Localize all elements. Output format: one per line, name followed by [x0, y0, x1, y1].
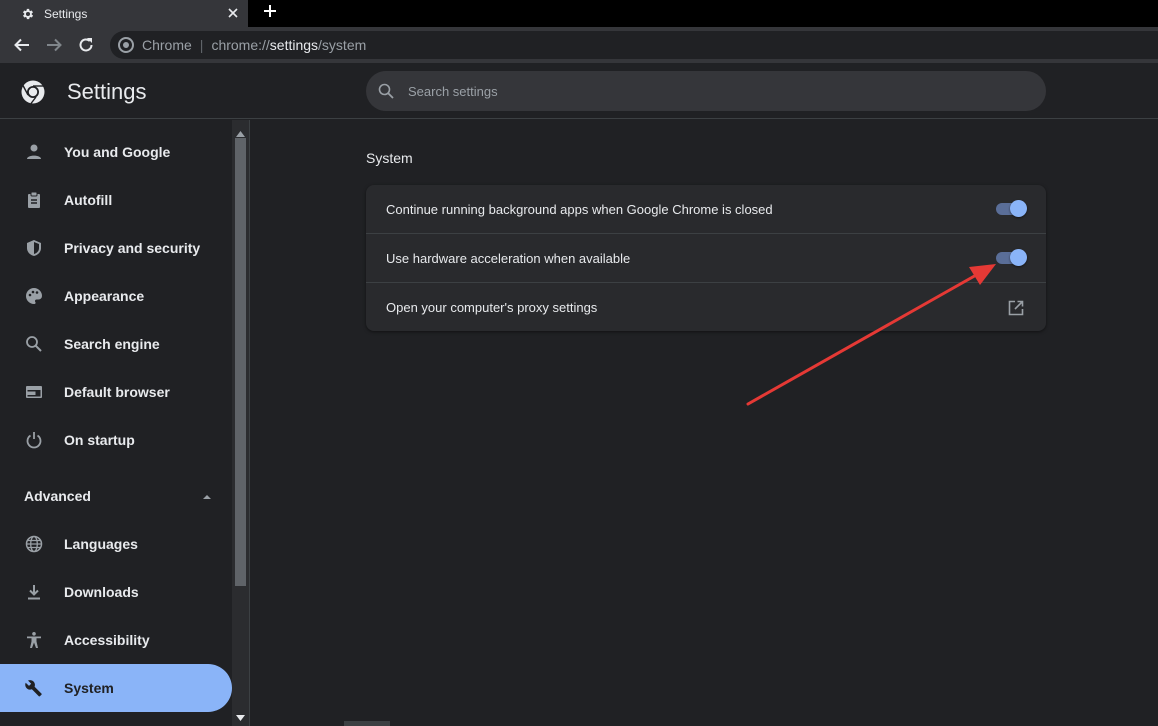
sidebar-scrollbar[interactable] [232, 120, 249, 726]
sidebar-item-label: Autofill [64, 192, 113, 208]
sidebar-item-accessibility[interactable]: Accessibility [0, 616, 232, 664]
omnibox-chip: Chrome [142, 37, 192, 53]
sidebar-item-label: You and Google [64, 144, 171, 160]
wrench-icon [24, 678, 44, 698]
external-link-icon[interactable] [1006, 298, 1026, 318]
hardware-acceleration-row[interactable]: Use hardware acceleration when available [366, 233, 1046, 282]
sidebar-item-privacy[interactable]: Privacy and security [0, 224, 232, 272]
search-box[interactable] [366, 71, 1046, 111]
reload-button[interactable] [75, 34, 97, 56]
system-settings-card: Continue running background apps when Go… [366, 185, 1046, 331]
tab-settings[interactable]: Settings [0, 0, 248, 27]
toggle-knob [1010, 200, 1027, 217]
background-apps-row[interactable]: Continue running background apps when Go… [366, 185, 1046, 234]
sidebar-item-you-and-google[interactable]: You and Google [0, 128, 232, 176]
omnibox-separator: | [199, 37, 204, 53]
tab-title: Settings [44, 6, 88, 21]
sidebar-item-label: Search engine [64, 336, 160, 352]
plus-icon [264, 5, 276, 17]
browser-toolbar: Chrome | chrome://settings/system [0, 27, 1158, 63]
forward-button[interactable] [43, 34, 65, 56]
sidebar-item-default-browser[interactable]: Default browser [0, 368, 232, 416]
chrome-logo-icon [20, 79, 46, 105]
sidebar-item-label: On startup [64, 432, 135, 448]
sidebar-item-label: Accessibility [64, 632, 150, 648]
shield-icon [24, 238, 44, 258]
background-apps-toggle[interactable] [996, 200, 1027, 218]
accessibility-icon [24, 630, 44, 650]
reload-icon [79, 38, 93, 52]
url-path: /system [318, 37, 367, 53]
arrow-right-icon [47, 38, 62, 52]
sidebar-item-label: System [64, 680, 114, 696]
sidebar-item-label: Languages [64, 536, 138, 552]
scrollbar-thumb[interactable] [235, 138, 246, 586]
sidebar-item-languages[interactable]: Languages [0, 520, 232, 568]
advanced-section-toggle[interactable]: Advanced [0, 472, 232, 520]
browser-icon [24, 382, 44, 402]
power-icon [24, 430, 44, 450]
sidebar-item-label: Default browser [64, 384, 170, 400]
clipboard-icon [24, 190, 44, 210]
url-scheme: chrome:// [211, 37, 270, 53]
sidebar-item-on-startup[interactable]: On startup [0, 416, 232, 464]
search-input[interactable] [408, 83, 1008, 99]
person-icon [24, 142, 44, 162]
toggle-knob [1010, 249, 1027, 266]
proxy-settings-row[interactable]: Open your computer's proxy settings [366, 282, 1046, 331]
advanced-label: Advanced [24, 488, 91, 504]
search-icon [378, 83, 394, 99]
globe-icon [24, 534, 44, 554]
sidebar-item-label: Downloads [64, 584, 139, 600]
sidebar-item-system[interactable]: System [0, 664, 232, 712]
arrow-left-icon [14, 38, 29, 52]
back-button[interactable] [11, 34, 33, 56]
gear-icon [20, 6, 36, 22]
sidebar-item-downloads[interactable]: Downloads [0, 568, 232, 616]
caret-up-icon [200, 490, 214, 504]
sidebar-item-search-engine[interactable]: Search engine [0, 320, 232, 368]
url-host: settings [269, 37, 319, 53]
palette-icon [24, 286, 44, 306]
setting-label: Use hardware acceleration when available [386, 250, 631, 266]
settings-header: Settings [0, 63, 1158, 119]
new-tab-button[interactable] [260, 1, 280, 21]
hardware-acceleration-toggle[interactable] [996, 249, 1027, 267]
chrome-logo-icon [118, 37, 134, 53]
sidebar-item-appearance[interactable]: Appearance [0, 272, 232, 320]
bottom-edge-indicator [344, 721, 390, 726]
search-icon [24, 334, 44, 354]
setting-label: Continue running background apps when Go… [386, 202, 773, 217]
sidebar-item-label: Appearance [64, 288, 145, 304]
sidebar: You and Google Autofill Privacy and secu… [0, 120, 250, 726]
address-bar[interactable]: Chrome | chrome://settings/system [110, 31, 1158, 59]
page-title: Settings [67, 79, 147, 104]
close-icon[interactable] [224, 4, 242, 22]
scroll-down-arrow-icon[interactable] [236, 708, 245, 726]
sidebar-item-autofill[interactable]: Autofill [0, 176, 232, 224]
sidebar-item-label: Privacy and security [64, 240, 201, 256]
tab-strip: Settings [0, 0, 1158, 27]
download-icon [24, 582, 44, 602]
setting-label: Open your computer's proxy settings [386, 299, 598, 315]
section-title: System [366, 150, 413, 166]
browser-window: Settings Chrome | chrome://settings/syst… [0, 0, 1158, 726]
